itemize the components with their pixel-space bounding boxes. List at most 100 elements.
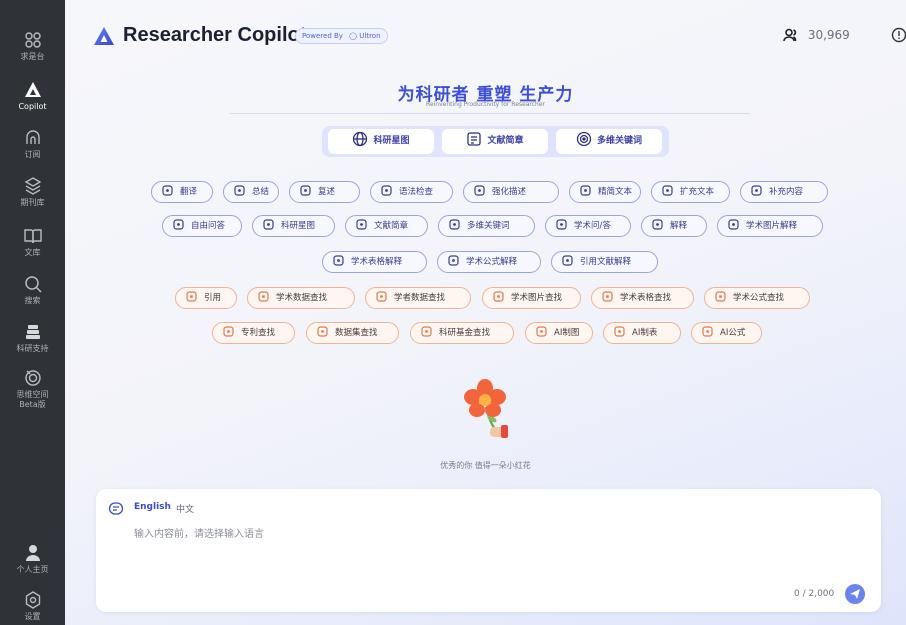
tool-pill-label: 学术公式解释 (466, 257, 518, 267)
tool-pill[interactable]: 文献简章 (345, 215, 428, 237)
tool-pill-label: 科研星图 (281, 221, 316, 231)
sidebar-item-research-support[interactable]: 科研支持 (0, 322, 65, 354)
tool-pill-label: 多维关键词 (467, 221, 510, 231)
sidebar-item-label: 科研支持 (16, 344, 49, 353)
tool-pill[interactable]: 自由问答 (162, 215, 242, 237)
tool-pill[interactable]: 解释 (641, 215, 707, 237)
sidebar-item-label: Copilot (18, 102, 47, 111)
sidebar-item-thinking-space[interactable]: 思维空间 Beta版 (0, 368, 65, 410)
ai-draw-icon (536, 326, 547, 337)
tool-pill[interactable]: 学术问/答 (545, 215, 631, 237)
sidebar-item-subscribe[interactable]: 订阅 (0, 128, 65, 160)
tool-pill[interactable]: 科研星图 (252, 215, 335, 237)
globe-icon (263, 219, 274, 230)
dataset-search-icon (317, 326, 328, 337)
tool-pill[interactable]: 学术图片查找 (482, 287, 581, 309)
featured-tabs: 科研星图 文献简章 多维关键词 (322, 126, 669, 157)
tool-pill[interactable]: 学术图片解释 (717, 215, 823, 237)
image-search-icon (493, 291, 504, 302)
tool-pill[interactable]: 强化描述 (463, 181, 559, 203)
tab-research-map[interactable]: 科研星图 (328, 129, 434, 154)
lang-chinese-option[interactable]: 中文 (176, 502, 194, 515)
target-icon (576, 131, 592, 147)
tool-pill[interactable]: AI制图 (525, 322, 593, 344)
sidebar-item-beta-label: Beta版 (19, 400, 46, 409)
document-icon (467, 132, 482, 146)
red-flower-icon (464, 379, 508, 438)
tab-label: 文献简章 (487, 136, 524, 146)
tool-pill-label: 专利查找 (241, 328, 276, 338)
tab-label: 科研星图 (373, 136, 410, 146)
tool-pill[interactable]: 专利查找 (212, 322, 295, 344)
tool-pill[interactable]: 学者数据查找 (365, 287, 471, 309)
enhance-icon (474, 185, 485, 196)
tab-literature-brief[interactable]: 文献简章 (442, 129, 548, 154)
tool-pill[interactable]: 语法检查 (370, 181, 453, 203)
copilot-logo-icon (24, 82, 41, 97)
document-icon (356, 219, 367, 230)
send-button[interactable] (845, 584, 865, 604)
tool-pill[interactable]: 数据集查找 (306, 322, 399, 344)
search-icon (24, 276, 42, 293)
tab-label: 多维关键词 (596, 136, 642, 146)
table-search-icon (602, 291, 613, 302)
grammar-icon (381, 185, 392, 196)
tool-pill-label: 学术问/答 (574, 221, 611, 231)
language-icon (108, 502, 124, 515)
text-input[interactable]: 输入内容前，请选择输入语言 (134, 525, 264, 540)
tool-pill[interactable]: 多维关键词 (438, 215, 535, 237)
tool-pill[interactable]: 学术公式查找 (704, 287, 810, 309)
tool-pill[interactable]: 精简文本 (569, 181, 641, 203)
journal-icon (24, 177, 41, 195)
tool-pill[interactable]: 学术表格查找 (591, 287, 694, 309)
tool-pill[interactable]: 补充内容 (740, 181, 828, 203)
simplify-icon (580, 185, 591, 196)
tool-pill[interactable]: 翻译 (151, 181, 213, 203)
sidebar-item-settings[interactable]: 设置 (0, 590, 65, 622)
quote-icon (186, 291, 197, 302)
sidebar-item-label: 个人主页 (16, 565, 49, 574)
fund-search-icon (421, 326, 432, 337)
tool-pill-label: 学术图片查找 (511, 293, 563, 303)
sidebar-item-journals[interactable]: 期刊库 (0, 176, 65, 208)
tool-pill[interactable]: 学术公式解释 (437, 251, 541, 273)
sidebar-item-profile[interactable]: 个人主页 (0, 543, 65, 575)
char-count: 0 / 2,000 (794, 589, 835, 599)
info-icon[interactable] (891, 27, 906, 43)
tool-pill[interactable]: 科研基金查找 (410, 322, 514, 344)
flower-caption: 优秀的你 值得一朵小红花 (440, 461, 531, 470)
tool-pill[interactable]: 学术数据查找 (247, 287, 355, 309)
tool-pill[interactable]: AI制表 (603, 322, 681, 344)
tool-pill[interactable]: 引用文献解释 (551, 251, 658, 273)
library-icon (23, 229, 42, 244)
sidebar-item-library[interactable]: 文库 (0, 226, 65, 258)
tool-pill-label: 学术表格查找 (620, 293, 672, 303)
globe-icon (353, 131, 368, 147)
tool-pill-label: 语法检查 (399, 187, 434, 197)
app-title: Researcher Copilot (123, 24, 307, 46)
header: Researcher Copilot Powered By ◯ Ultron 3… (65, 0, 906, 60)
hero-subtitle: Reinventing Productivity for Researcher (426, 101, 545, 108)
sidebar-item-workbench[interactable]: 求是台 (0, 30, 65, 62)
tool-pill[interactable]: 复述 (289, 181, 360, 203)
tool-pill-label: 学术数据查找 (276, 293, 328, 303)
tool-pill-label: 自由问答 (191, 221, 226, 231)
app-logo-icon (94, 27, 114, 45)
tool-pill[interactable]: 学术表格解释 (322, 251, 427, 273)
tool-pill[interactable]: 总结 (223, 181, 279, 203)
user-count: 30,969 (783, 28, 850, 42)
expand-icon (662, 185, 673, 196)
tool-pill[interactable]: 扩充文本 (651, 181, 730, 203)
lang-english-option[interactable]: English (134, 502, 171, 512)
tool-pill[interactable]: 引用 (175, 287, 237, 309)
tab-multi-keywords[interactable]: 多维关键词 (556, 129, 662, 154)
tool-pill-label: 精简文本 (598, 187, 633, 197)
main-area: Researcher Copilot Powered By ◯ Ultron 3… (65, 0, 906, 625)
sidebar-item-copilot[interactable]: Copilot (0, 80, 65, 112)
tool-pill-label: 翻译 (180, 187, 198, 197)
sidebar-item-search[interactable]: 搜索 (0, 274, 65, 306)
tool-pill[interactable]: AI公式 (691, 322, 762, 344)
translate-icon (162, 185, 173, 196)
target-icon (449, 219, 460, 230)
user-count-value: 30,969 (807, 28, 850, 42)
